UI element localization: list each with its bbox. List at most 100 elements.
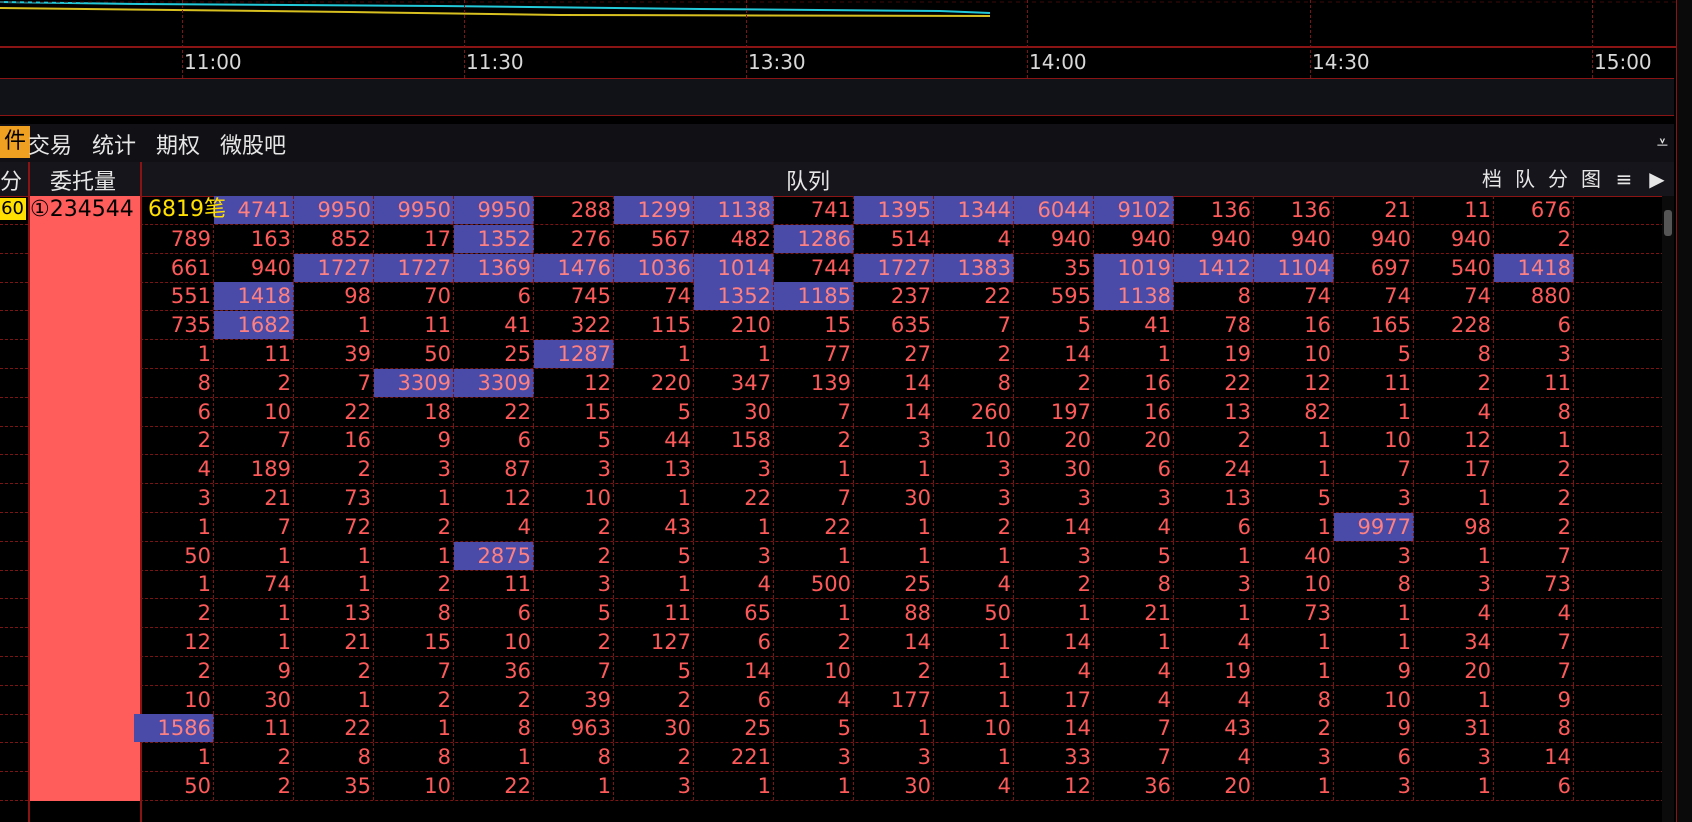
queue-cell[interactable]: 9 <box>214 656 294 685</box>
queue-cell[interactable]: 1 <box>1414 685 1494 714</box>
tab-3[interactable]: 期权 <box>156 128 200 160</box>
queue-cell[interactable]: 9 <box>374 426 454 455</box>
queue-cell[interactable]: 7 <box>534 656 614 685</box>
queue-cell[interactable]: 17 <box>1014 685 1094 714</box>
queue-cell[interactable]: 6 <box>1094 455 1174 484</box>
queue-cell[interactable]: 540 <box>1414 253 1494 282</box>
queue-cell[interactable]: 852 <box>294 224 374 253</box>
queue-cell[interactable]: 940 <box>1094 224 1174 253</box>
queue-cell[interactable]: 2 <box>214 368 294 397</box>
queue-cell[interactable]: 1 <box>1174 541 1254 570</box>
queue-cell[interactable]: 1 <box>1254 772 1334 800</box>
queue-cell[interactable]: 3 <box>934 484 1014 512</box>
queue-cell[interactable]: 5 <box>534 599 614 628</box>
queue-cell[interactable]: 12 <box>1014 772 1094 800</box>
queue-cell[interactable]: 74 <box>1334 282 1414 311</box>
queue-cell[interactable]: 1395 <box>854 196 934 224</box>
queue-cell[interactable]: 1682 <box>214 311 294 340</box>
queue-cell[interactable]: 50 <box>374 340 454 368</box>
queue-cell[interactable]: 6044 <box>1014 196 1094 224</box>
queue-cell[interactable]: 74 <box>214 570 294 599</box>
queue-cell[interactable]: 3 <box>1254 743 1334 772</box>
queue-cell[interactable]: 514 <box>854 224 934 253</box>
queue-cell[interactable]: 4 <box>934 570 1014 599</box>
queue-cell[interactable]: 20 <box>1094 426 1174 455</box>
queue-cell[interactable]: 2 <box>614 743 694 772</box>
queue-cell[interactable]: 1299 <box>614 196 694 224</box>
queue-cell[interactable]: 635 <box>854 311 934 340</box>
queue-cell[interactable]: 3 <box>854 426 934 455</box>
queue-cell[interactable]: 8 <box>134 368 214 397</box>
queue-cell[interactable]: 17 <box>1414 455 1494 484</box>
queue-cell[interactable]: 11 <box>454 570 534 599</box>
queue-cell[interactable]: 30 <box>854 772 934 800</box>
queue-cell[interactable]: 3 <box>694 455 774 484</box>
queue-cell[interactable]: 14 <box>1014 714 1094 743</box>
queue-cell[interactable]: 4 <box>1014 656 1094 685</box>
queue-cell[interactable]: 1 <box>534 772 614 800</box>
queue-cell[interactable]: 6 <box>454 426 534 455</box>
queue-cell[interactable]: 5 <box>774 714 854 743</box>
queue-cell[interactable]: 9950 <box>374 196 454 224</box>
header-tab-dang[interactable]: 档 <box>1476 165 1508 193</box>
queue-cell[interactable]: 22 <box>294 397 374 426</box>
queue-cell[interactable]: 21 <box>294 628 374 656</box>
queue-cell[interactable]: 1727 <box>854 253 934 282</box>
queue-cell[interactable]: 16 <box>1094 397 1174 426</box>
queue-cell[interactable]: 27 <box>854 340 934 368</box>
queue-cell[interactable]: 1 <box>934 628 1014 656</box>
queue-cell[interactable]: 6 <box>454 599 534 628</box>
queue-cell[interactable]: 1 <box>1174 599 1254 628</box>
queue-cell[interactable]: 74 <box>1414 282 1494 311</box>
queue-cell[interactable]: 2 <box>374 512 454 541</box>
queue-cell[interactable]: 4741 <box>214 196 294 224</box>
tab-4[interactable]: 微股吧 <box>220 128 286 160</box>
queue-cell[interactable]: 10 <box>1334 426 1414 455</box>
queue-cell[interactable]: 2 <box>134 599 214 628</box>
queue-cell[interactable]: 5 <box>614 397 694 426</box>
queue-cell[interactable]: 25 <box>854 570 934 599</box>
queue-cell[interactable]: 2 <box>1014 368 1094 397</box>
queue-cell[interactable]: 4 <box>134 455 214 484</box>
queue-cell[interactable]: 3 <box>534 570 614 599</box>
queue-cell[interactable]: 1 <box>774 455 854 484</box>
queue-cell[interactable]: 30 <box>694 397 774 426</box>
queue-cell[interactable]: 1 <box>694 340 774 368</box>
queue-cell[interactable]: 1 <box>1414 484 1494 512</box>
queue-cell[interactable]: 8 <box>1094 570 1174 599</box>
queue-cell[interactable]: 5 <box>534 426 614 455</box>
queue-cell[interactable]: 20 <box>1174 772 1254 800</box>
chart-scroll-band[interactable] <box>0 78 1674 116</box>
queue-cell[interactable]: 2 <box>934 512 1014 541</box>
queue-cell[interactable]: 220 <box>614 368 694 397</box>
queue-cell[interactable]: 33 <box>1014 743 1094 772</box>
queue-cell[interactable]: 14 <box>854 368 934 397</box>
queue-cell[interactable]: 2 <box>134 656 214 685</box>
queue-cell[interactable]: 9950 <box>294 196 374 224</box>
queue-cell[interactable]: 6 <box>134 397 214 426</box>
queue-cell[interactable]: 21 <box>1094 599 1174 628</box>
queue-cell[interactable]: 880 <box>1494 282 1574 311</box>
queue-cell[interactable]: 10 <box>1254 340 1334 368</box>
queue-cell[interactable]: 87 <box>454 455 534 484</box>
queue-cell[interactable]: 1185 <box>774 282 854 311</box>
queue-cell[interactable]: 940 <box>1414 224 1494 253</box>
queue-cell[interactable]: 7 <box>374 656 454 685</box>
queue-cell[interactable]: 7 <box>934 311 1014 340</box>
queue-cell[interactable]: 9 <box>1334 656 1414 685</box>
queue-cell[interactable]: 8 <box>1254 685 1334 714</box>
queue-cell[interactable]: 1476 <box>534 253 614 282</box>
queue-cell[interactable]: 4 <box>1494 599 1574 628</box>
queue-cell[interactable]: 98 <box>294 282 374 311</box>
queue-cell[interactable]: 6 <box>1494 311 1574 340</box>
queue-cell[interactable]: 6 <box>1174 512 1254 541</box>
queue-cell[interactable]: 676 <box>1494 196 1574 224</box>
queue-cell[interactable]: 50 <box>134 541 214 570</box>
queue-cell[interactable]: 1 <box>1494 426 1574 455</box>
queue-cell[interactable]: 8 <box>1494 397 1574 426</box>
queue-cell[interactable]: 1344 <box>934 196 1014 224</box>
queue-cell[interactable]: 44 <box>614 426 694 455</box>
queue-cell[interactable]: 1 <box>214 599 294 628</box>
queue-cell[interactable]: 1 <box>934 656 1014 685</box>
queue-cell[interactable]: 661 <box>134 253 214 282</box>
